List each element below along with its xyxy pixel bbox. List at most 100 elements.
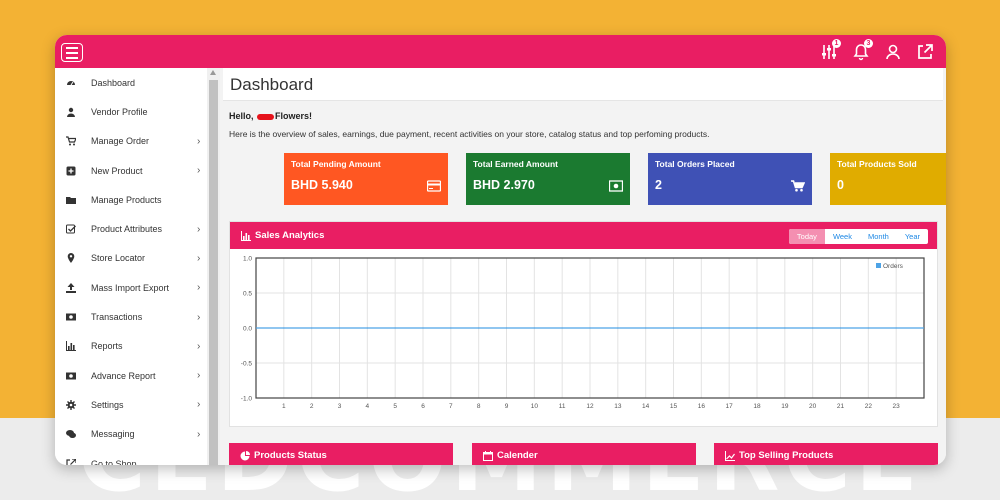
y-tick-label: 0.5 [243, 291, 252, 298]
y-tick-label: 1.0 [243, 256, 252, 263]
x-tick-label: 16 [698, 403, 706, 410]
top-icons: 13 [820, 39, 934, 61]
sidebar-item-reports[interactable]: Reports › [55, 332, 220, 361]
data-point [311, 327, 313, 329]
range-tab-today[interactable]: Today [788, 229, 825, 244]
stat-card-value: BHD 2.970 [473, 178, 535, 192]
sidebar-item-label: Advance Report [91, 370, 156, 381]
range-tab-year[interactable]: Year [897, 229, 928, 244]
bell-icon[interactable]: 3 [852, 39, 873, 61]
greeting-prefix: Hello, [229, 111, 254, 121]
data-point [617, 327, 619, 329]
stat-card-value: 2 [655, 178, 662, 192]
data-point [589, 327, 591, 329]
chevron-right-icon: › [197, 282, 201, 294]
data-point [839, 327, 842, 329]
scrollbar-thumb[interactable] [209, 80, 218, 465]
top-bar: 13 [55, 35, 946, 68]
user-icon [66, 107, 76, 117]
hamburger-menu-button[interactable] [61, 43, 83, 62]
page-title-bar: Dashboard [223, 68, 943, 101]
x-tick-label: 8 [477, 403, 481, 410]
sidebar-item-new-product[interactable]: New Product › [55, 156, 220, 185]
sidebar-item-label: Mass Import Export [91, 282, 170, 293]
sidebar-item-vendor-profile[interactable]: Vendor Profile [55, 97, 220, 126]
x-tick-label: 9 [505, 403, 509, 410]
sales-chart: 1.00.50.0-0.5-1.01 2 3 4 5 6 7 8 9 10 11 12 13 14 15 16… [241, 256, 925, 410]
data-point [283, 327, 285, 329]
stat-card-title: Total Earned Amount [473, 159, 558, 169]
range-tab-week[interactable]: Week [825, 229, 860, 244]
stat-card-total-pending-amount[interactable]: Total Pending Amount BHD 5.940 [284, 153, 448, 205]
stat-card-title: Total Pending Amount [291, 159, 381, 169]
data-point [867, 327, 869, 329]
scroll-up-arrow[interactable] [210, 70, 216, 75]
external-link-icon[interactable] [916, 43, 934, 61]
x-tick-label: 10 [531, 403, 539, 410]
legend-swatch-orders [876, 263, 881, 268]
sidebar-item-label: Messaging [91, 429, 135, 440]
sidebar-item-go-to-shop[interactable]: Go to Shop [55, 449, 220, 465]
sidebar-item-transactions[interactable]: Transactions › [55, 302, 220, 331]
sales-analytics-header: Sales Analytics Today Week Month Year [230, 222, 937, 249]
pie-chart-icon [240, 451, 250, 461]
sidebar-item-label: New Product [91, 165, 143, 176]
calender-panel: Calender [472, 443, 696, 465]
chevron-right-icon: › [197, 428, 201, 440]
bar-chart-icon [241, 231, 251, 241]
data-point [645, 327, 647, 329]
data-point [505, 327, 508, 329]
range-tab-month[interactable]: Month [860, 229, 897, 244]
chevron-right-icon: › [197, 135, 201, 147]
x-tick-label: 7 [449, 403, 453, 410]
data-point [728, 327, 730, 329]
stat-card-title: Total Orders Placed [655, 159, 735, 169]
sidebar-item-dashboard[interactable]: Dashboard [55, 68, 220, 97]
sidebar-scrollbar[interactable] [207, 68, 220, 465]
panel-title: Products Status [254, 450, 327, 461]
data-point [450, 327, 452, 329]
range-tabs: Today Week Month Year [788, 229, 928, 244]
line-chart-icon [725, 451, 735, 461]
x-tick-label: 14 [642, 403, 650, 410]
stat-card-total-orders-placed[interactable]: Total Orders Placed 2 [648, 153, 812, 205]
data-point [756, 327, 758, 329]
greeting: Hello, Flowers! [229, 111, 312, 121]
panel-title: Calender [497, 450, 538, 461]
x-tick-label: 17 [726, 403, 734, 410]
sidebar-item-manage-products[interactable]: Manage Products [55, 185, 220, 214]
sidebar-item-messaging[interactable]: Messaging › [55, 420, 220, 449]
x-tick-label: 20 [809, 403, 817, 410]
sidebar-item-advance-report[interactable]: Advance Report › [55, 361, 220, 390]
filter-sliders-icon[interactable]: 1 [820, 39, 841, 61]
stat-card-total-earned-amount[interactable]: Total Earned Amount BHD 2.970 [466, 153, 630, 205]
user-icon[interactable] [884, 43, 902, 61]
cart-icon [791, 180, 805, 192]
data-point [366, 327, 368, 329]
data-point [422, 327, 424, 329]
sidebar-item-manage-order[interactable]: Manage Order › [55, 127, 220, 156]
greeting-suffix: Flowers! [275, 111, 313, 121]
data-point [561, 327, 563, 329]
stat-card-total-products-sold[interactable]: Total Products Sold 0 [830, 153, 946, 205]
sidebar-item-label: Manage Order [91, 136, 150, 147]
x-tick-label: 1 [282, 403, 286, 410]
products-status-panel: Products Status [229, 443, 453, 465]
upload-icon [66, 282, 76, 293]
gear-icon [66, 399, 76, 410]
sidebar-item-mass-import-export[interactable]: Mass Import Export › [55, 273, 220, 302]
sidebar-item-product-attributes[interactable]: Product Attributes › [55, 214, 220, 243]
panel-title: Top Selling Products [739, 450, 834, 461]
x-tick-label: 11 [559, 403, 566, 410]
map-marker-icon [66, 253, 76, 264]
sidebar-item-store-locator[interactable]: Store Locator › [55, 244, 220, 273]
sidebar-item-settings[interactable]: Settings › [55, 390, 220, 419]
x-tick-label: 18 [753, 403, 761, 410]
calendar-icon [483, 451, 493, 461]
sales-analytics-title: Sales Analytics [255, 230, 325, 241]
data-point [700, 327, 702, 329]
data-point [338, 327, 341, 329]
data-point [672, 327, 675, 329]
chevron-right-icon: › [197, 252, 201, 264]
sidebar-item-label: Dashboard [91, 77, 136, 88]
